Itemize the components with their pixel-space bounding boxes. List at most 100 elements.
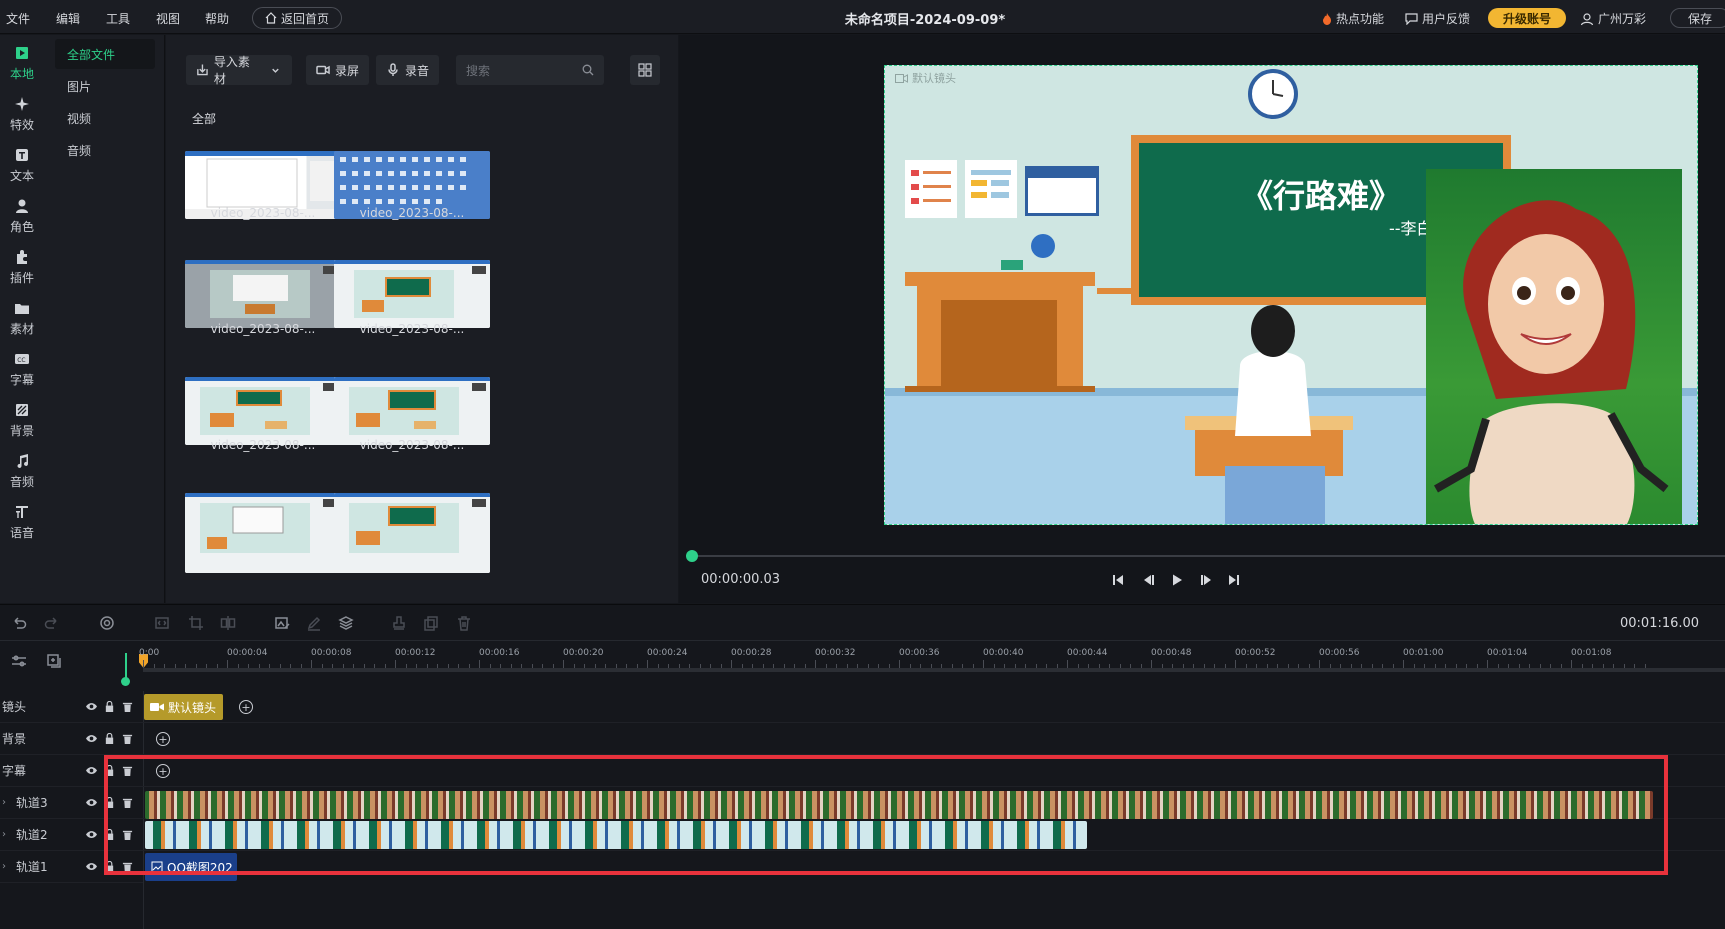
user-menu[interactable]: 广州万彩 xyxy=(1580,10,1646,27)
ruler-tick xyxy=(1151,660,1152,668)
text-icon xyxy=(16,148,28,161)
copy-button[interactable] xyxy=(421,613,441,633)
sidebar-item-material[interactable]: 素材 xyxy=(0,290,44,346)
prev-frame-button[interactable] xyxy=(1139,571,1157,589)
lane-lens[interactable]: 默认镜头 + xyxy=(143,691,1725,723)
menu-tools[interactable]: 工具 xyxy=(106,10,130,27)
camera-icon xyxy=(150,703,164,711)
split-button[interactable] xyxy=(218,613,238,633)
user-name: 广州万彩 xyxy=(1598,12,1647,26)
media-thumbnail[interactable] xyxy=(185,493,341,573)
ruler-tick xyxy=(899,660,900,668)
eye-icon[interactable] xyxy=(86,701,97,712)
hot-features-link[interactable]: 热点功能 xyxy=(1322,10,1384,27)
upgrade-button[interactable]: 升级账号 xyxy=(1488,8,1566,28)
ruler-tick xyxy=(458,664,459,668)
delete-button[interactable] xyxy=(454,613,474,633)
media-thumbnail[interactable] xyxy=(334,377,490,445)
save-button[interactable]: 保存 xyxy=(1670,8,1725,28)
home-label: 返回首页 xyxy=(280,11,329,26)
next-frame-button[interactable] xyxy=(1198,571,1216,589)
sidebar-item-text[interactable]: 文本 xyxy=(0,137,44,193)
sidebar-item-effects[interactable]: 特效 xyxy=(0,86,44,142)
ruler-tick xyxy=(258,664,260,668)
track-settings-button[interactable] xyxy=(9,651,29,671)
media-thumbnail[interactable] xyxy=(185,377,341,445)
preview-canvas[interactable]: 默认镜头 《行路难》 --李白 xyxy=(884,65,1698,525)
play-button[interactable] xyxy=(1168,571,1186,589)
add-track-button[interactable] xyxy=(44,651,64,671)
eye-icon[interactable] xyxy=(86,829,97,840)
skip-start-button[interactable] xyxy=(1109,571,1127,589)
expand-chevron-icon[interactable]: › xyxy=(2,861,6,872)
grid-view-button[interactable] xyxy=(630,55,660,85)
eye-icon[interactable] xyxy=(86,765,97,776)
feedback-link[interactable]: 用户反馈 xyxy=(1405,10,1470,27)
subnav-audio[interactable]: 音频 xyxy=(55,135,155,165)
sidebar-item-background[interactable]: 背景 xyxy=(0,392,44,448)
ruler-tick xyxy=(1056,664,1058,668)
trash-icon[interactable] xyxy=(122,733,133,744)
import-media-button[interactable]: 导入素材 xyxy=(186,55,292,86)
subnav-videos[interactable]: 视频 xyxy=(55,103,155,133)
time-ruler[interactable]: 0:00 00:00:04 00:00:08 00:00:12 00:00:16 00:0… xyxy=(139,642,1725,672)
lock-icon[interactable] xyxy=(104,701,115,712)
record-button[interactable] xyxy=(97,613,117,633)
menu-help[interactable]: 帮助 xyxy=(205,10,229,27)
skip-end-button[interactable] xyxy=(1225,571,1243,589)
layers-button[interactable] xyxy=(336,613,356,633)
sidebar-item-subtitle[interactable]: CC 字幕 xyxy=(0,341,44,397)
preview-panel: 默认镜头 《行路难》 --李白 00:00:00.03 xyxy=(679,35,1725,603)
crop-button[interactable] xyxy=(186,613,206,633)
lane-background[interactable]: + xyxy=(143,723,1725,755)
image-edit-button[interactable] xyxy=(272,613,292,633)
track-name: 轨道3 xyxy=(16,796,48,810)
paste-button[interactable] xyxy=(389,613,409,633)
undo-button[interactable] xyxy=(9,613,29,633)
expand-chevron-icon[interactable]: › xyxy=(2,829,6,840)
menu-view[interactable]: 视图 xyxy=(156,10,180,27)
home-button[interactable]: 返回首页 xyxy=(252,7,342,29)
record-audio-button[interactable]: 录音 xyxy=(376,55,440,85)
skip-end-icon xyxy=(1229,575,1239,585)
ruler-tick xyxy=(279,664,281,668)
ruler-tick-label: 00:00:08 xyxy=(311,648,352,658)
expand-chevron-icon[interactable]: › xyxy=(2,797,6,808)
sidebar-item-audio[interactable]: 音频 xyxy=(0,443,44,499)
eye-icon[interactable] xyxy=(86,797,97,808)
media-thumbnail[interactable] xyxy=(334,493,490,573)
record-screen-button[interactable]: 录屏 xyxy=(306,55,370,85)
ruler-tick xyxy=(762,664,764,668)
play-icon xyxy=(1173,574,1182,586)
ruler-tick xyxy=(1088,664,1089,668)
ruler-tick xyxy=(1266,664,1268,668)
sidebar-item-character[interactable]: 角色 xyxy=(0,188,44,244)
add-keyframe-button[interactable]: + xyxy=(239,700,253,714)
search-input[interactable]: 搜索 xyxy=(456,55,604,85)
subnav-all-files[interactable]: 全部文件 xyxy=(55,39,155,69)
menu-edit[interactable]: 编辑 xyxy=(56,10,80,27)
sidebar-item-plugin[interactable]: 插件 xyxy=(0,239,44,295)
sidebar-item-voice[interactable]: 语音 xyxy=(0,494,44,550)
eye-icon[interactable] xyxy=(86,733,97,744)
lock-icon[interactable] xyxy=(104,733,115,744)
media-thumbnail[interactable] xyxy=(334,260,490,328)
ruler-tick xyxy=(153,664,155,668)
media-thumbnail[interactable] xyxy=(185,260,341,328)
code-button[interactable] xyxy=(152,613,172,633)
subnav-images[interactable]: 图片 xyxy=(55,71,155,101)
lens-clip[interactable]: 默认镜头 xyxy=(144,694,223,720)
edit-button[interactable] xyxy=(304,613,324,633)
playhead-knob[interactable] xyxy=(121,677,130,686)
trash-icon[interactable] xyxy=(122,701,133,712)
redo-button[interactable] xyxy=(42,613,62,633)
playback-progress[interactable] xyxy=(691,555,1725,557)
ruler-tick xyxy=(1203,664,1205,668)
chevron-down-icon xyxy=(272,68,279,73)
presenter-avatar[interactable] xyxy=(1426,169,1682,524)
menu-file[interactable]: 文件 xyxy=(6,10,30,27)
playback-handle[interactable] xyxy=(686,550,698,562)
sidebar-item-local[interactable]: 本地 xyxy=(0,35,44,91)
eye-icon[interactable] xyxy=(86,861,97,872)
add-keyframe-button[interactable]: + xyxy=(156,732,170,746)
